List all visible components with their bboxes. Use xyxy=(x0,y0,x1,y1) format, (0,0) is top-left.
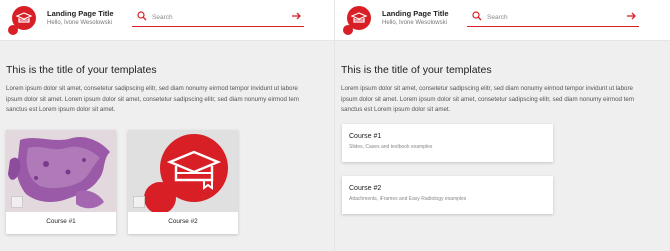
search-input[interactable] xyxy=(152,11,282,23)
intro-line: ipsum dolor sit amet. Lorem ipsum dolor … xyxy=(341,95,634,103)
course-title: Course #1 xyxy=(349,133,382,140)
intro-line: ipsum dolor sit amet. Lorem ipsum dolor … xyxy=(6,95,299,103)
logo-icon[interactable] xyxy=(341,4,373,36)
app-header: Landing Page Title Hello, Ivone Wesolows… xyxy=(0,0,334,41)
intro-text: Lorem ipsum dolor sit amet, consetetur s… xyxy=(341,84,668,116)
course-tile[interactable]: Course #1 xyxy=(6,130,116,234)
intro-line: sanctus est Lorem ipsum dolor sit amet. xyxy=(341,106,451,114)
select-checkbox[interactable] xyxy=(133,196,145,208)
arrow-right-icon[interactable] xyxy=(290,10,302,22)
course-label: Course #2 xyxy=(168,218,198,225)
logo-icon[interactable] xyxy=(6,4,38,36)
site-title: Landing Page Title xyxy=(47,9,114,18)
search-bar[interactable] xyxy=(132,8,304,27)
site-title: Landing Page Title xyxy=(382,9,449,18)
course-list-item[interactable]: Course #2 Attachments, iFrames and Easy … xyxy=(342,176,553,214)
search-icon xyxy=(137,11,147,21)
course-title: Course #2 xyxy=(349,185,382,192)
search-icon xyxy=(472,11,482,21)
search-input[interactable] xyxy=(487,11,617,23)
select-checkbox[interactable] xyxy=(11,196,23,208)
greeting: Hello, Ivone Wesolowski xyxy=(47,20,112,26)
intro-line: sanctus est Lorem ipsum dolor sit amet. xyxy=(6,106,116,114)
search-bar[interactable] xyxy=(467,8,639,27)
course-description: Slides, Cases and textbook examples xyxy=(349,144,433,150)
course-tile[interactable]: Course #2 xyxy=(128,130,238,234)
page-title: This is the title of your templates xyxy=(341,64,492,76)
course-label: Course #1 xyxy=(46,218,76,225)
tile-view-panel: Landing Page Title Hello, Ivone Wesolows… xyxy=(0,0,335,251)
app-header: Landing Page Title Hello, Ivone Wesolows… xyxy=(335,0,670,41)
page-title: This is the title of your templates xyxy=(6,64,157,76)
greeting: Hello, Ivone Wesolowski xyxy=(382,20,447,26)
intro-line: Lorem ipsum dolor sit amet, consetetur s… xyxy=(341,85,633,92)
course-list-item[interactable]: Course #1 Slides, Cases and textbook exa… xyxy=(342,124,553,162)
intro-text: Lorem ipsum dolor sit amet, consetetur s… xyxy=(6,84,333,116)
course-description: Attachments, iFrames and Easy Radiology … xyxy=(349,196,467,202)
intro-line: Lorem ipsum dolor sit amet, consetetur s… xyxy=(6,85,298,92)
list-view-panel: Landing Page Title Hello, Ivone Wesolows… xyxy=(335,0,670,251)
arrow-right-icon[interactable] xyxy=(625,10,637,22)
